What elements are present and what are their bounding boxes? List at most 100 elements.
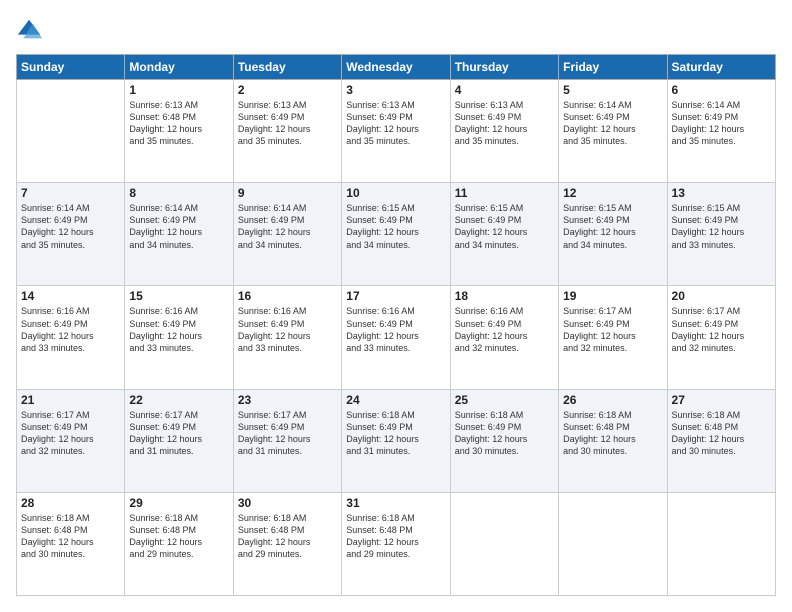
calendar-cell: 16 Sunrise: 6:16 AM Sunset: 6:49 PM Dayli…: [233, 286, 341, 389]
day-info: Sunrise: 6:14 AM Sunset: 6:49 PM Dayligh…: [21, 202, 120, 251]
calendar-cell: 29 Sunrise: 6:18 AM Sunset: 6:48 PM Dayli…: [125, 492, 233, 595]
day-info: Sunrise: 6:14 AM Sunset: 6:49 PM Dayligh…: [238, 202, 337, 251]
calendar-cell: 25 Sunrise: 6:18 AM Sunset: 6:49 PM Dayli…: [450, 389, 558, 492]
day-info: Sunrise: 6:13 AM Sunset: 6:49 PM Dayligh…: [455, 99, 554, 148]
calendar-week-3: 14 Sunrise: 6:16 AM Sunset: 6:49 PM Dayli…: [17, 286, 776, 389]
day-number: 3: [346, 83, 445, 97]
calendar-cell: 2Sunrise: 6:13 AM Sunset: 6:49 PM Daylig…: [233, 80, 341, 183]
day-number: 25: [455, 393, 554, 407]
day-number: 4: [455, 83, 554, 97]
day-number: 27: [672, 393, 771, 407]
day-number: 20: [672, 289, 771, 303]
day-info: Sunrise: 6:16 AM Sunset: 6:49 PM Dayligh…: [238, 305, 337, 354]
day-number: 1: [129, 83, 228, 97]
day-number: 28: [21, 496, 120, 510]
day-number: 8: [129, 186, 228, 200]
day-info: Sunrise: 6:18 AM Sunset: 6:48 PM Dayligh…: [346, 512, 445, 561]
day-info: Sunrise: 6:18 AM Sunset: 6:49 PM Dayligh…: [455, 409, 554, 458]
calendar-week-1: 1 Sunrise: 6:13 AM Sunset: 6:48 PM Daylig…: [17, 80, 776, 183]
day-info: Sunrise: 6:17 AM Sunset: 6:49 PM Dayligh…: [21, 409, 120, 458]
logo-icon: [16, 16, 44, 44]
calendar-cell: 6Sunrise: 6:14 AM Sunset: 6:49 PM Daylig…: [667, 80, 775, 183]
calendar-cell: 13 Sunrise: 6:15 AM Sunset: 6:49 PM Dayli…: [667, 183, 775, 286]
calendar-cell: 4 Sunrise: 6:13 AM Sunset: 6:49 PM Daylig…: [450, 80, 558, 183]
calendar-header-row: SundayMondayTuesdayWednesdayThursdayFrid…: [17, 55, 776, 80]
day-info: Sunrise: 6:18 AM Sunset: 6:48 PM Dayligh…: [129, 512, 228, 561]
day-header-wednesday: Wednesday: [342, 55, 450, 80]
day-number: 15: [129, 289, 228, 303]
day-info: Sunrise: 6:15 AM Sunset: 6:49 PM Dayligh…: [563, 202, 662, 251]
calendar-cell: 23 Sunrise: 6:17 AM Sunset: 6:49 PM Dayli…: [233, 389, 341, 492]
calendar-cell: 17 Sunrise: 6:16 AM Sunset: 6:49 PM Dayli…: [342, 286, 450, 389]
day-number: 10: [346, 186, 445, 200]
day-info: Sunrise: 6:18 AM Sunset: 6:49 PM Dayligh…: [346, 409, 445, 458]
calendar-cell: 10 Sunrise: 6:15 AM Sunset: 6:49 PM Dayli…: [342, 183, 450, 286]
day-info: Sunrise: 6:13 AM Sunset: 6:48 PM Dayligh…: [129, 99, 228, 148]
calendar-week-4: 21 Sunrise: 6:17 AM Sunset: 6:49 PM Dayli…: [17, 389, 776, 492]
day-info: Sunrise: 6:17 AM Sunset: 6:49 PM Dayligh…: [238, 409, 337, 458]
calendar-cell: 8Sunrise: 6:14 AM Sunset: 6:49 PM Daylig…: [125, 183, 233, 286]
calendar-cell: 15 Sunrise: 6:16 AM Sunset: 6:49 PM Dayli…: [125, 286, 233, 389]
day-info: Sunrise: 6:18 AM Sunset: 6:48 PM Dayligh…: [563, 409, 662, 458]
day-number: 11: [455, 186, 554, 200]
calendar: SundayMondayTuesdayWednesdayThursdayFrid…: [16, 54, 776, 596]
day-number: 2: [238, 83, 337, 97]
day-number: 30: [238, 496, 337, 510]
day-info: Sunrise: 6:18 AM Sunset: 6:48 PM Dayligh…: [238, 512, 337, 561]
day-header-friday: Friday: [559, 55, 667, 80]
day-info: Sunrise: 6:15 AM Sunset: 6:49 PM Dayligh…: [455, 202, 554, 251]
day-number: 18: [455, 289, 554, 303]
day-number: 17: [346, 289, 445, 303]
day-info: Sunrise: 6:16 AM Sunset: 6:49 PM Dayligh…: [346, 305, 445, 354]
calendar-cell: 21 Sunrise: 6:17 AM Sunset: 6:49 PM Dayli…: [17, 389, 125, 492]
day-number: 23: [238, 393, 337, 407]
day-number: 13: [672, 186, 771, 200]
day-info: Sunrise: 6:16 AM Sunset: 6:49 PM Dayligh…: [129, 305, 228, 354]
day-number: 21: [21, 393, 120, 407]
day-info: Sunrise: 6:17 AM Sunset: 6:49 PM Dayligh…: [672, 305, 771, 354]
day-number: 5: [563, 83, 662, 97]
day-info: Sunrise: 6:13 AM Sunset: 6:49 PM Dayligh…: [346, 99, 445, 148]
day-info: Sunrise: 6:16 AM Sunset: 6:49 PM Dayligh…: [21, 305, 120, 354]
calendar-cell: 1 Sunrise: 6:13 AM Sunset: 6:48 PM Daylig…: [125, 80, 233, 183]
day-number: 19: [563, 289, 662, 303]
calendar-cell: 22 Sunrise: 6:17 AM Sunset: 6:49 PM Dayli…: [125, 389, 233, 492]
day-header-tuesday: Tuesday: [233, 55, 341, 80]
day-number: 26: [563, 393, 662, 407]
day-info: Sunrise: 6:16 AM Sunset: 6:49 PM Dayligh…: [455, 305, 554, 354]
calendar-week-5: 28 Sunrise: 6:18 AM Sunset: 6:48 PM Dayli…: [17, 492, 776, 595]
day-info: Sunrise: 6:15 AM Sunset: 6:49 PM Dayligh…: [346, 202, 445, 251]
day-number: 9: [238, 186, 337, 200]
day-header-thursday: Thursday: [450, 55, 558, 80]
page: SundayMondayTuesdayWednesdayThursdayFrid…: [0, 0, 792, 612]
day-info: Sunrise: 6:17 AM Sunset: 6:49 PM Dayligh…: [129, 409, 228, 458]
calendar-cell: [17, 80, 125, 183]
calendar-cell: [559, 492, 667, 595]
day-info: Sunrise: 6:18 AM Sunset: 6:48 PM Dayligh…: [21, 512, 120, 561]
calendar-cell: 24 Sunrise: 6:18 AM Sunset: 6:49 PM Dayli…: [342, 389, 450, 492]
day-header-saturday: Saturday: [667, 55, 775, 80]
day-header-sunday: Sunday: [17, 55, 125, 80]
header: [16, 16, 776, 44]
calendar-cell: 31Sunrise: 6:18 AM Sunset: 6:48 PM Dayli…: [342, 492, 450, 595]
calendar-cell: [667, 492, 775, 595]
day-number: 16: [238, 289, 337, 303]
day-info: Sunrise: 6:15 AM Sunset: 6:49 PM Dayligh…: [672, 202, 771, 251]
day-number: 14: [21, 289, 120, 303]
calendar-cell: 27Sunrise: 6:18 AM Sunset: 6:48 PM Dayli…: [667, 389, 775, 492]
calendar-cell: 18 Sunrise: 6:16 AM Sunset: 6:49 PM Dayli…: [450, 286, 558, 389]
day-header-monday: Monday: [125, 55, 233, 80]
day-info: Sunrise: 6:14 AM Sunset: 6:49 PM Dayligh…: [563, 99, 662, 148]
day-number: 12: [563, 186, 662, 200]
logo: [16, 16, 46, 44]
day-number: 6: [672, 83, 771, 97]
calendar-cell: 26 Sunrise: 6:18 AM Sunset: 6:48 PM Dayli…: [559, 389, 667, 492]
calendar-cell: 28 Sunrise: 6:18 AM Sunset: 6:48 PM Dayli…: [17, 492, 125, 595]
calendar-cell: 19Sunrise: 6:17 AM Sunset: 6:49 PM Dayli…: [559, 286, 667, 389]
calendar-cell: 3 Sunrise: 6:13 AM Sunset: 6:49 PM Daylig…: [342, 80, 450, 183]
calendar-cell: [450, 492, 558, 595]
calendar-cell: 9 Sunrise: 6:14 AM Sunset: 6:49 PM Daylig…: [233, 183, 341, 286]
day-number: 22: [129, 393, 228, 407]
day-number: 29: [129, 496, 228, 510]
day-number: 24: [346, 393, 445, 407]
